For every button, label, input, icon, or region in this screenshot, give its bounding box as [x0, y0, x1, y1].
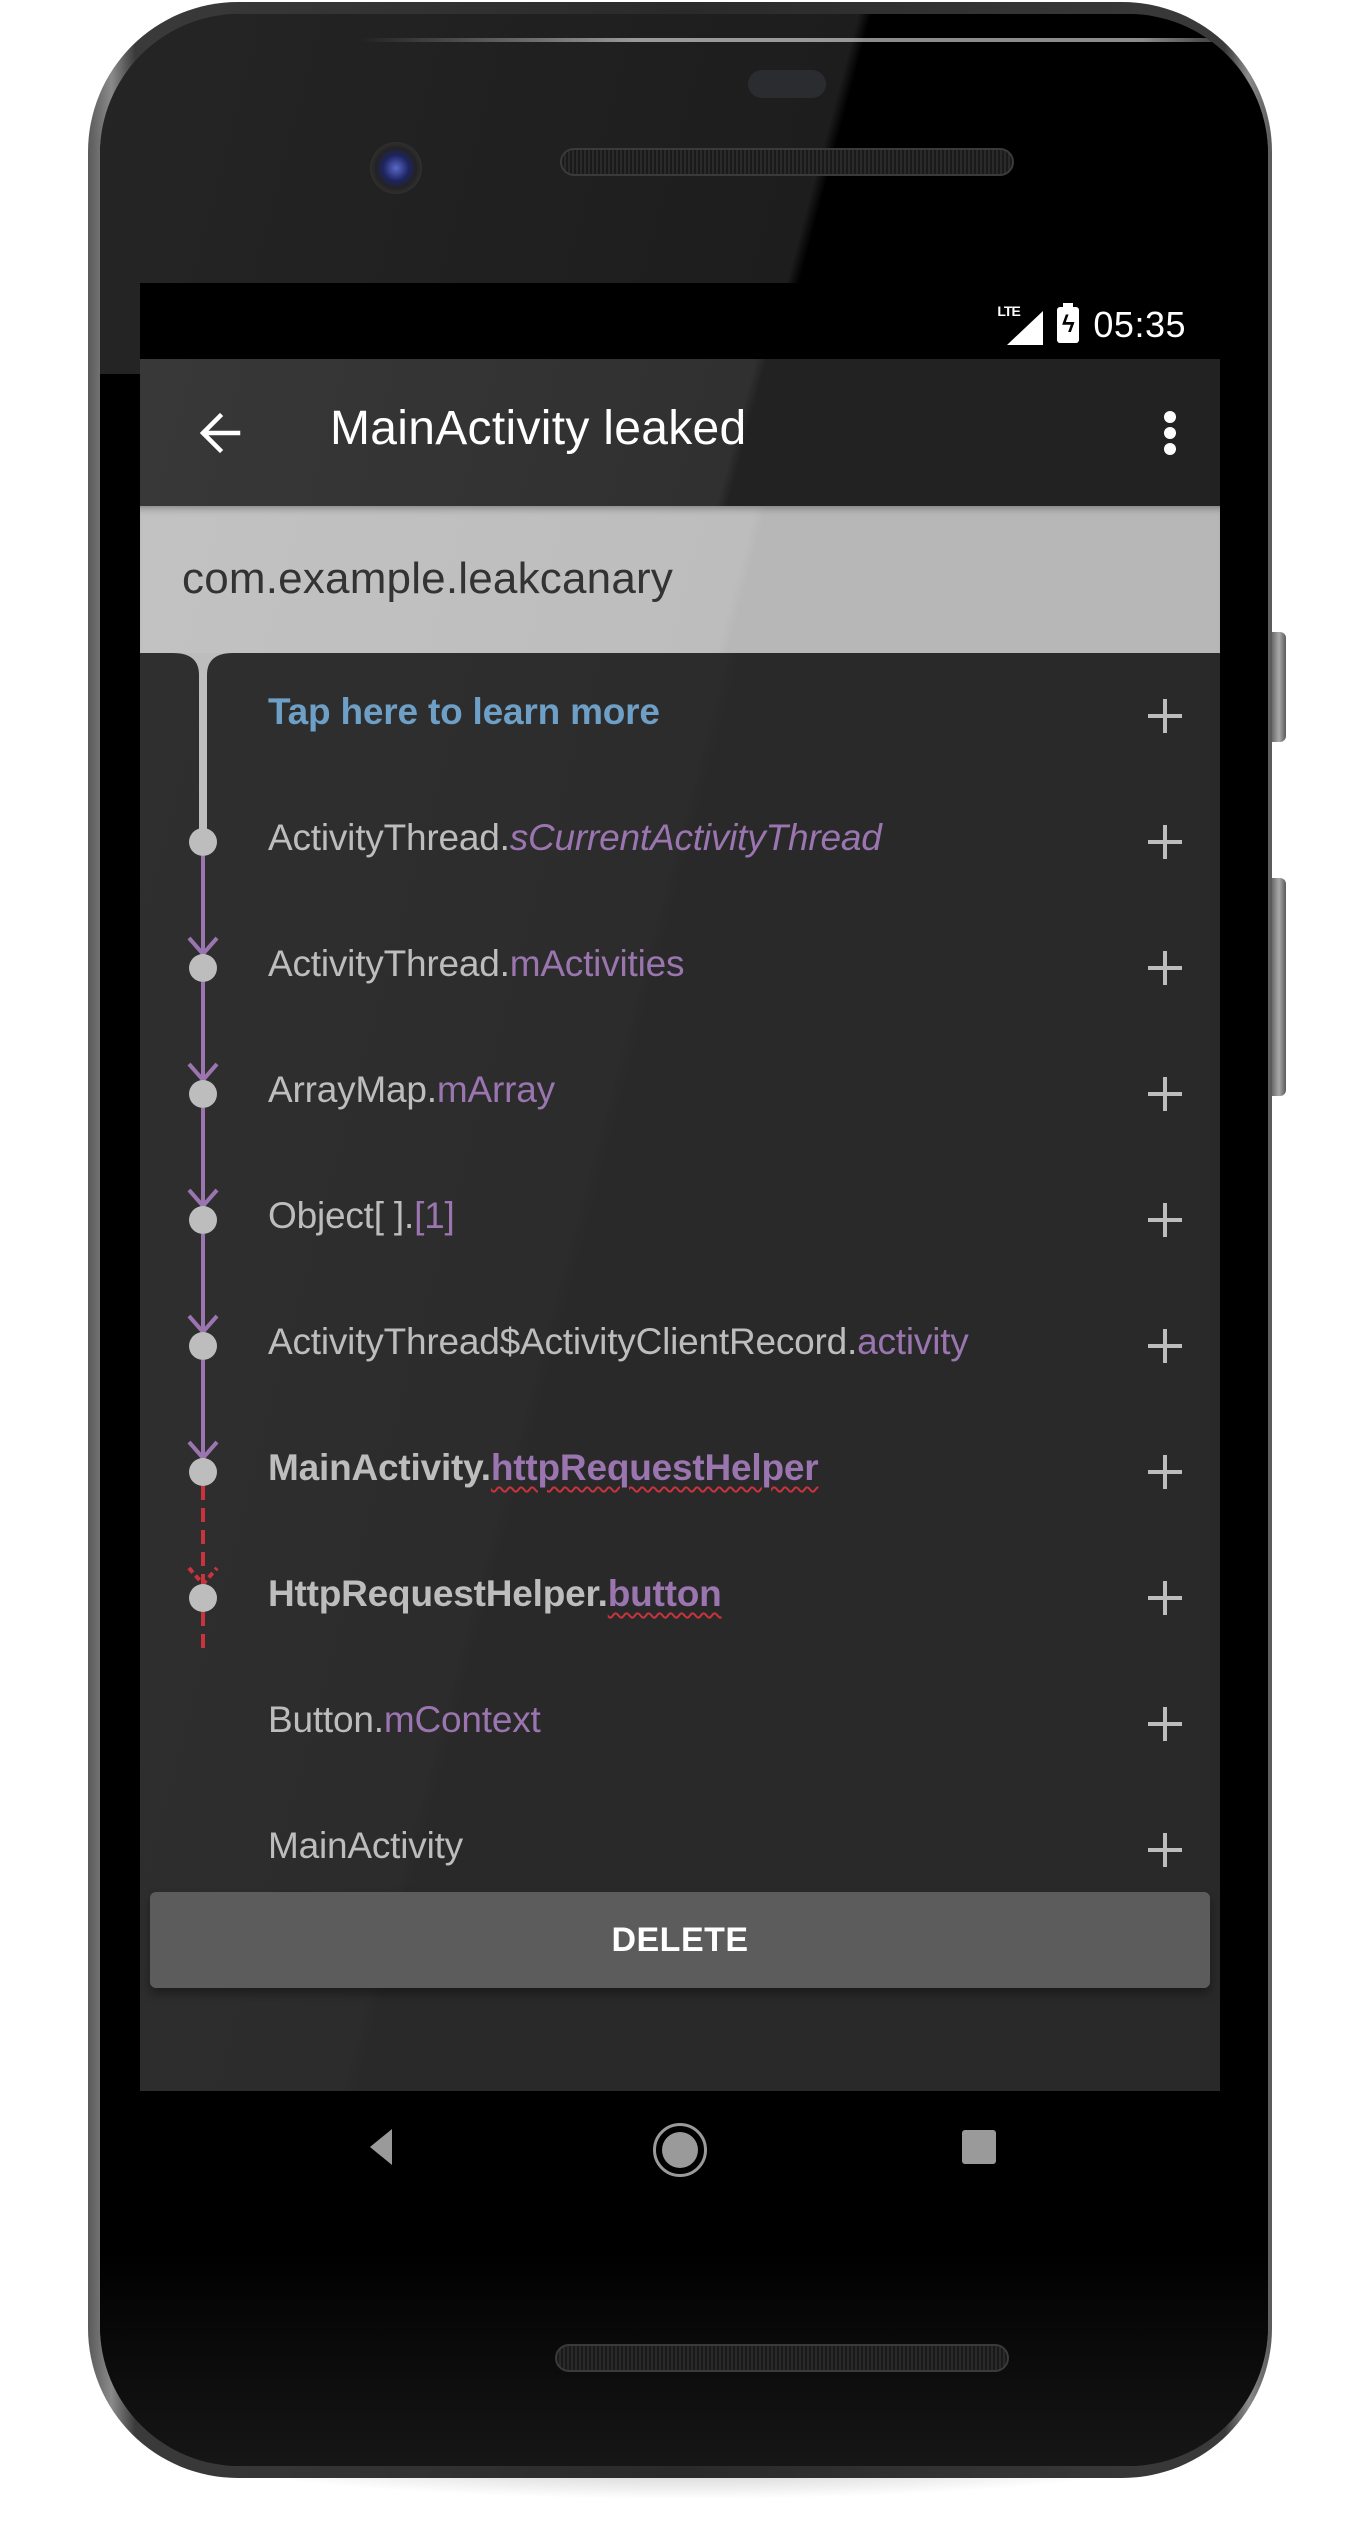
class-name: Object[ ].: [268, 1195, 415, 1236]
trace-row[interactable]: MainActivity.httpRequestHelper: [140, 1409, 1220, 1535]
trace-row-label: Button.mContext: [268, 1699, 541, 1741]
volume-button: [1272, 878, 1286, 1096]
nav-recents-icon[interactable]: [962, 2130, 996, 2164]
class-name: ActivityThread.: [268, 817, 510, 858]
more-vert-icon[interactable]: [1150, 401, 1190, 465]
trace-row-label: MainActivity: [268, 1825, 463, 1867]
trace-row[interactable]: ActivityThread.mActivities: [140, 905, 1220, 1031]
page-title: MainActivity leaked: [330, 402, 747, 455]
status-icons: LTE ϟ 05:35: [997, 303, 1186, 345]
leak-trace-list: Tap here to learn more ActivityThread.sC…: [140, 653, 1220, 2091]
trace-row[interactable]: Object[ ].[1]: [140, 1157, 1220, 1283]
arrow-back-icon[interactable]: [190, 403, 250, 463]
package-name: com.example.leakcanary: [182, 554, 674, 603]
field-name: mArray: [436, 1069, 555, 1110]
plus-icon[interactable]: [1148, 699, 1182, 733]
trace-row-label: MainActivity.httpRequestHelper: [268, 1447, 819, 1489]
power-button: [1272, 632, 1286, 742]
system-nav-bar: [140, 2091, 1220, 2211]
plus-icon[interactable]: [1148, 1833, 1182, 1867]
plus-icon[interactable]: [1148, 1581, 1182, 1615]
trace-row[interactable]: HttpRequestHelper.button: [140, 1535, 1220, 1661]
nav-back-icon[interactable]: [370, 2129, 392, 2165]
trace-row-label: Object[ ].[1]: [268, 1195, 455, 1237]
trace-row-label: ActivityThread$ActivityClientRecord.acti…: [268, 1321, 969, 1363]
field-name: mContext: [383, 1699, 541, 1740]
class-name: HttpRequestHelper.: [268, 1573, 608, 1614]
field-name: [1]: [414, 1195, 455, 1236]
plus-icon[interactable]: [1148, 825, 1182, 859]
plus-icon[interactable]: [1148, 1329, 1182, 1363]
plus-icon[interactable]: [1148, 1707, 1182, 1741]
bottom-speaker: [555, 2344, 1009, 2372]
class-name: ActivityThread.: [268, 943, 510, 984]
battery-charging-icon: ϟ: [1057, 303, 1080, 343]
screen: LTE ϟ 05:35 MainActivity leaked com.exam…: [140, 283, 1220, 2091]
class-name: ActivityThread$ActivityClientRecord.: [268, 1321, 858, 1362]
trace-row-label: ArrayMap.mArray: [268, 1069, 555, 1111]
trace-row-label: HttpRequestHelper.button: [268, 1573, 722, 1615]
status-bar: LTE ϟ 05:35: [140, 283, 1220, 359]
plus-icon[interactable]: [1148, 951, 1182, 985]
trace-row[interactable]: Button.mContext: [140, 1661, 1220, 1787]
package-header: com.example.leakcanary: [140, 506, 1220, 653]
trace-row-label: ActivityThread.sCurrentActivityThread: [268, 817, 882, 859]
field-name: mActivities: [509, 943, 685, 984]
field-name: activity: [857, 1321, 969, 1362]
trace-row-label: ActivityThread.mActivities: [268, 943, 685, 985]
field-name: sCurrentActivityThread: [509, 817, 882, 858]
plus-icon[interactable]: [1148, 1455, 1182, 1489]
trace-row[interactable]: ActivityThread.sCurrentActivityThread: [140, 779, 1220, 905]
proximity-sensor: [748, 70, 826, 98]
leak-suspect-field: button: [607, 1573, 722, 1614]
top-speaker: [560, 148, 1014, 176]
plus-icon[interactable]: [1148, 1203, 1182, 1237]
glass-highlight: [360, 38, 1268, 42]
class-name: Button.: [268, 1699, 384, 1740]
charging-bolt: ϟ: [1062, 311, 1075, 338]
class-name: ArrayMap.: [268, 1069, 437, 1110]
class-name: MainActivity.: [268, 1447, 491, 1488]
learn-more-row[interactable]: Tap here to learn more: [140, 653, 1220, 779]
signal-triangle: [1007, 311, 1044, 345]
lte-signal-icon: LTE: [997, 303, 1044, 345]
app-bar: MainActivity leaked: [140, 359, 1220, 506]
status-time: 05:35: [1093, 304, 1186, 345]
class-name: MainActivity: [268, 1825, 463, 1866]
learn-more-link[interactable]: Tap here to learn more: [268, 691, 660, 733]
trace-row[interactable]: ActivityThread$ActivityClientRecord.acti…: [140, 1283, 1220, 1409]
plus-icon[interactable]: [1148, 1077, 1182, 1111]
trace-row[interactable]: ArrayMap.mArray: [140, 1031, 1220, 1157]
delete-button[interactable]: DELETE: [150, 1892, 1210, 1988]
front-camera: [370, 142, 422, 194]
leak-suspect-field: httpRequestHelper: [490, 1447, 819, 1488]
nav-home-icon[interactable]: [653, 2123, 707, 2177]
